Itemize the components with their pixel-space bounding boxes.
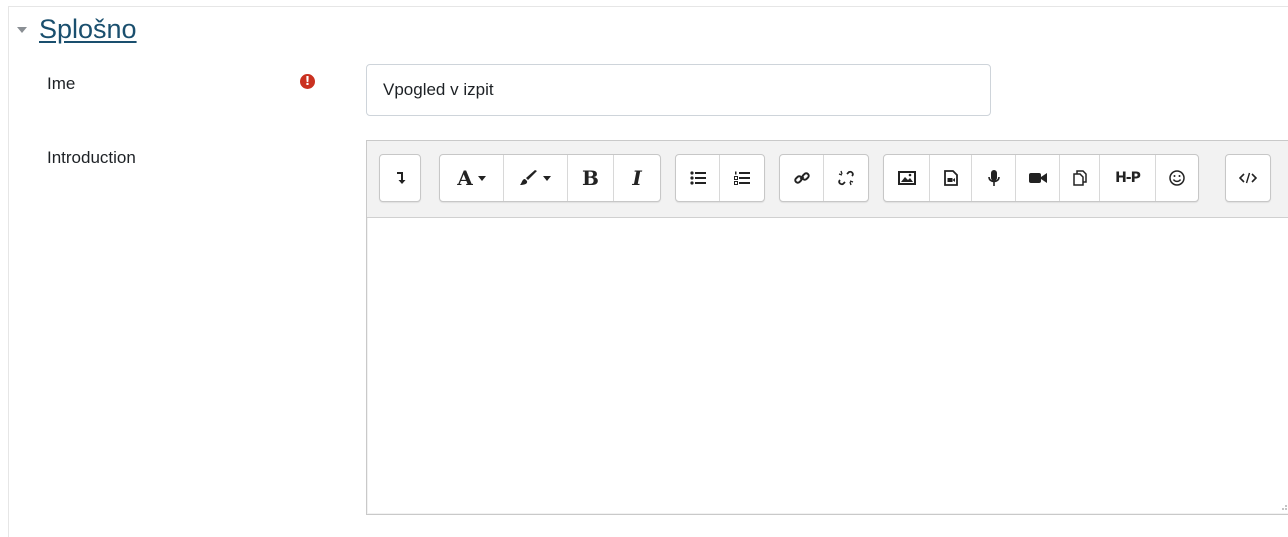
- bold-icon: B: [582, 166, 599, 190]
- link-icon: [793, 172, 810, 184]
- code-icon: [1239, 172, 1257, 184]
- emoticon-button[interactable]: [1156, 155, 1198, 201]
- show-more-buttons[interactable]: [380, 155, 420, 201]
- chevron-down-icon: [543, 175, 551, 181]
- font-color-icon: A: [457, 166, 473, 190]
- toolbar-group-source: [1225, 154, 1271, 202]
- unlink-button[interactable]: [824, 155, 868, 201]
- media-file-icon: [943, 170, 958, 186]
- bullet-list-icon: [689, 171, 706, 185]
- toolbar-group-files: H-P: [883, 154, 1199, 202]
- html-source-button[interactable]: [1226, 155, 1270, 201]
- required-icon: !: [300, 74, 315, 89]
- copy-files-icon: [1072, 170, 1087, 186]
- name-label: Ime: [47, 74, 76, 93]
- h5p-icon: H-P: [1115, 170, 1141, 186]
- record-video-button[interactable]: [1016, 155, 1060, 201]
- font-color-button[interactable]: A: [440, 155, 504, 201]
- unlink-icon: [838, 170, 854, 186]
- link-button[interactable]: [780, 155, 824, 201]
- numbered-list-icon: [734, 171, 750, 185]
- collapse-caret-icon[interactable]: [17, 27, 27, 33]
- smiley-icon: [1169, 170, 1185, 186]
- highlight-color-button[interactable]: [504, 155, 568, 201]
- record-audio-button[interactable]: [972, 155, 1016, 201]
- media-button[interactable]: [930, 155, 972, 201]
- toolbar-group-lists: [675, 154, 765, 202]
- h5p-button[interactable]: H-P: [1100, 155, 1156, 201]
- toolbar-group-collapse: [379, 154, 421, 202]
- toolbar-group-links: [779, 154, 869, 202]
- introduction-label: Introduction: [47, 148, 136, 167]
- introduction-content-area[interactable]: [368, 218, 1288, 513]
- chevron-down-icon: [477, 175, 486, 181]
- image-button[interactable]: [884, 155, 930, 201]
- microphone-icon: [987, 169, 1000, 186]
- video-camera-icon: [1028, 173, 1047, 183]
- editor-toolbar: A B I H-P: [367, 141, 1288, 218]
- section-title-link[interactable]: Splošno: [39, 14, 137, 45]
- italic-button[interactable]: I: [614, 155, 660, 201]
- italic-icon: I: [632, 166, 642, 190]
- manage-files-button[interactable]: [1060, 155, 1100, 201]
- resize-grip-icon[interactable]: [1281, 501, 1288, 511]
- name-input[interactable]: [366, 64, 991, 116]
- image-icon: [897, 171, 916, 185]
- toolbar-group-style: A B I: [439, 154, 661, 202]
- arrow-down-turn-icon: [397, 172, 406, 184]
- unordered-list-button[interactable]: [676, 155, 720, 201]
- bold-button[interactable]: B: [568, 155, 614, 201]
- section-header[interactable]: Splošno: [17, 14, 137, 45]
- paintbrush-icon: [520, 170, 537, 185]
- ordered-list-button[interactable]: [720, 155, 764, 201]
- introduction-editor: A B I H-P: [366, 140, 1288, 515]
